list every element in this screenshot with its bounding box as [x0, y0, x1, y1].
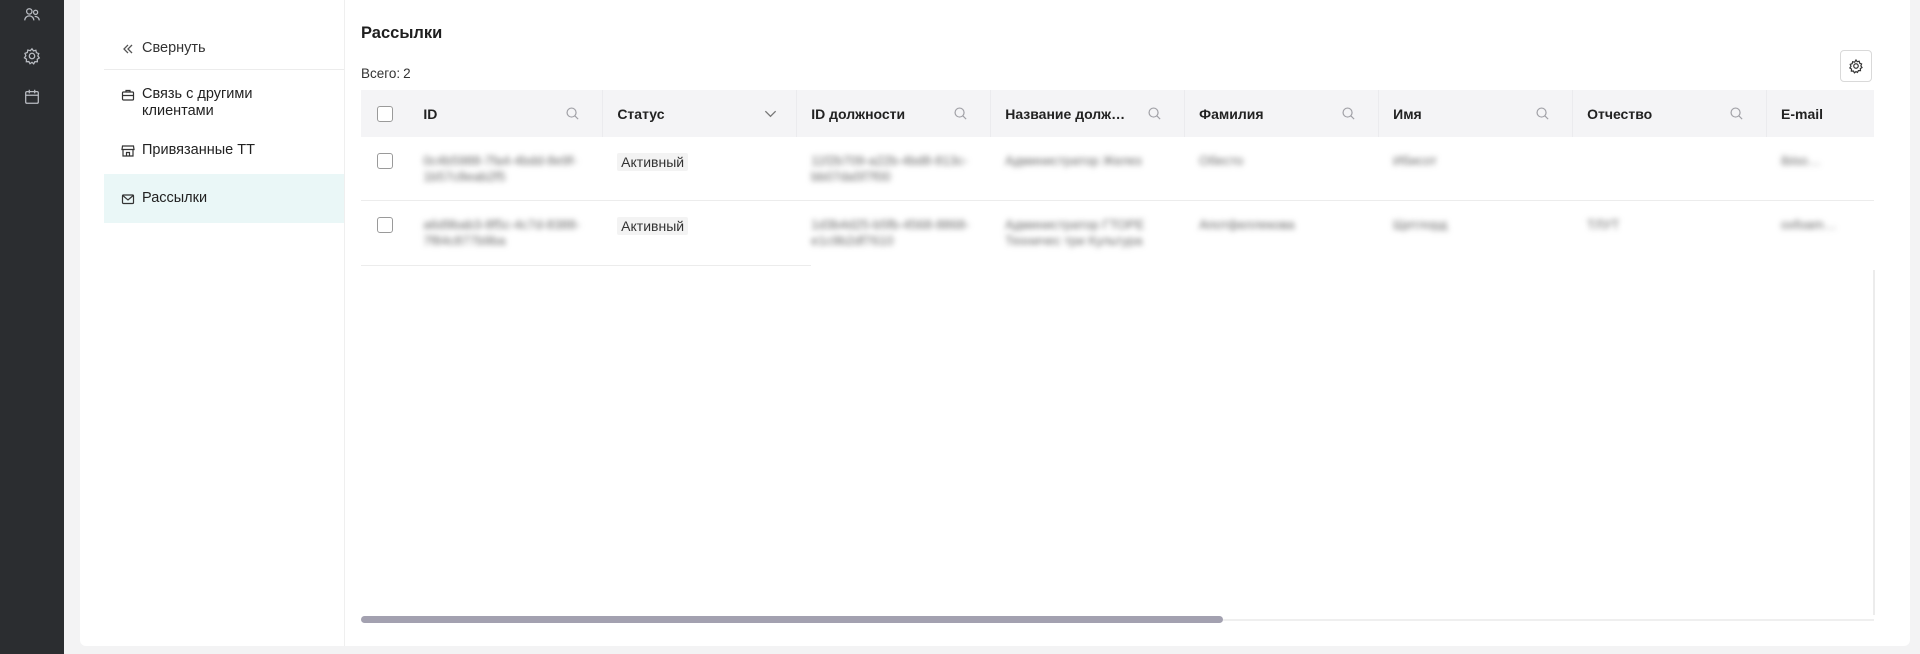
column-header-status[interactable]: Статус — [603, 90, 798, 137]
briefcase-icon — [120, 87, 136, 103]
search-icon[interactable] — [1340, 105, 1356, 121]
select-all-checkbox[interactable] — [377, 105, 394, 122]
sidebar-item-label: Привязанные ТТ — [142, 141, 255, 158]
row-checkbox[interactable] — [377, 217, 394, 233]
page-title: Рассылки — [361, 24, 443, 42]
column-header-position-id[interactable]: ID должности — [797, 90, 992, 137]
table-row[interactable]: a6d9bab3-8f5c-4c7d-8388-7f84c877b9ba Акт… — [361, 201, 1874, 265]
column-header-last-name[interactable]: Фамилия — [1185, 90, 1380, 137]
column-header-id[interactable]: ID — [409, 90, 604, 137]
row-select — [361, 201, 409, 265]
cell-status: Активный — [603, 201, 797, 265]
status-badge: Активный — [617, 217, 689, 235]
search-icon[interactable] — [952, 105, 968, 121]
main-panel: Рассылки Всего:2 ID Статус ID должности — [361, 0, 1910, 646]
column-label: ID должности — [811, 105, 906, 122]
column-label: ID — [423, 105, 438, 122]
cell-id: 0c4b5988-7fa4-4bdd-8e9f-1b57c8eab2f5 — [423, 153, 578, 184]
row-select — [361, 137, 409, 201]
total-value: 2 — [403, 66, 411, 81]
cell-middle-name: ТЛУТ — [1587, 217, 1620, 232]
store-icon — [120, 143, 136, 159]
cell-last-name: Апотфеллекова — [1199, 217, 1295, 232]
column-header-middle-name[interactable]: Отчество — [1573, 90, 1768, 137]
sidebar-item-linked-tt[interactable]: Привязанные ТТ — [104, 126, 344, 174]
mailings-table: ID Статус ID должности Название должн… Ф… — [361, 90, 1874, 620]
cell-position-id: 11f2b709-a22b-4bd8-813c-bb07da5f7f00 — [811, 153, 968, 184]
scrollbar-track — [1223, 619, 1874, 621]
cell-first-name: Ибисот — [1393, 153, 1437, 168]
sidebar-item-client-links[interactable]: Связь с другими клиентами — [104, 70, 344, 126]
cell-position-name: Администратор ГТОРЕ Техничес три Культур… — [1005, 217, 1145, 248]
users-icon[interactable] — [22, 5, 42, 25]
collapse-button[interactable]: Свернуть — [104, 28, 344, 70]
cell-last-name: Обесто — [1199, 153, 1244, 168]
search-icon[interactable] — [1146, 105, 1162, 121]
search-icon[interactable] — [1534, 105, 1550, 121]
sidebar-item-mailings[interactable]: Рассылки — [104, 174, 344, 223]
cell-id: a6d9bab3-8f5c-4c7d-8388-7f84c877b9ba — [423, 217, 581, 248]
collapse-label: Свернуть — [142, 40, 206, 56]
column-header-first-name[interactable]: Имя — [1379, 90, 1574, 137]
sidebar-item-label: Рассылки — [142, 190, 208, 206]
total-label: Всего: — [361, 66, 401, 81]
cell-position-id: 1d3b4d25-b5fb-4568-8868-e1c9b2df7610 — [811, 217, 970, 248]
vertical-scrollbar[interactable] — [1873, 270, 1875, 615]
search-icon[interactable] — [1728, 105, 1744, 121]
gear-icon[interactable] — [22, 46, 42, 66]
search-icon[interactable] — [564, 105, 580, 121]
mail-icon — [120, 191, 136, 207]
total-count: Всего: 2 — [361, 66, 411, 81]
app-rail — [0, 0, 64, 654]
calendar-icon[interactable] — [22, 87, 42, 107]
gear-icon — [1848, 58, 1863, 74]
table-settings-button[interactable] — [1840, 50, 1872, 82]
divider — [344, 0, 345, 646]
cell-first-name: Щетлорд — [1393, 217, 1448, 232]
column-label: Имя — [1393, 105, 1422, 122]
row-divider — [361, 265, 811, 266]
cell-status: Активный — [603, 137, 797, 201]
chevron-down-icon[interactable] — [762, 105, 778, 121]
cell-position-name: Администратор Желез — [1005, 153, 1142, 168]
column-label: Отчество — [1587, 105, 1653, 122]
scrollbar-thumb[interactable] — [361, 616, 1223, 623]
sidebar: Свернуть Связь с другими клиентами Привя… — [104, 28, 344, 223]
column-header-position-name[interactable]: Название должн… — [991, 90, 1186, 137]
sidebar-item-label: Связь с другими клиентами — [142, 86, 253, 119]
column-label: Статус — [617, 105, 665, 122]
header-select-all — [361, 90, 409, 137]
column-header-email[interactable]: E-mail — [1767, 90, 1874, 137]
table-row[interactable]: 0c4b5988-7fa4-4bdd-8e9f-1b57c8eab2f5 Акт… — [361, 137, 1874, 201]
column-label: Фамилия — [1199, 105, 1264, 122]
row-checkbox[interactable] — [377, 153, 394, 169]
double-chevron-left-icon — [120, 41, 136, 57]
cell-middle-name — [1573, 137, 1767, 201]
column-label: E-mail — [1781, 105, 1824, 122]
status-badge: Активный — [617, 153, 689, 171]
cell-email: oxfoam… — [1780, 217, 1837, 232]
column-label: Название должн… — [1005, 105, 1126, 122]
horizontal-scrollbar[interactable] — [361, 616, 1874, 624]
table-header: ID Статус ID должности Название должн… Ф… — [361, 90, 1874, 137]
cell-email: ibiso… — [1780, 153, 1821, 168]
